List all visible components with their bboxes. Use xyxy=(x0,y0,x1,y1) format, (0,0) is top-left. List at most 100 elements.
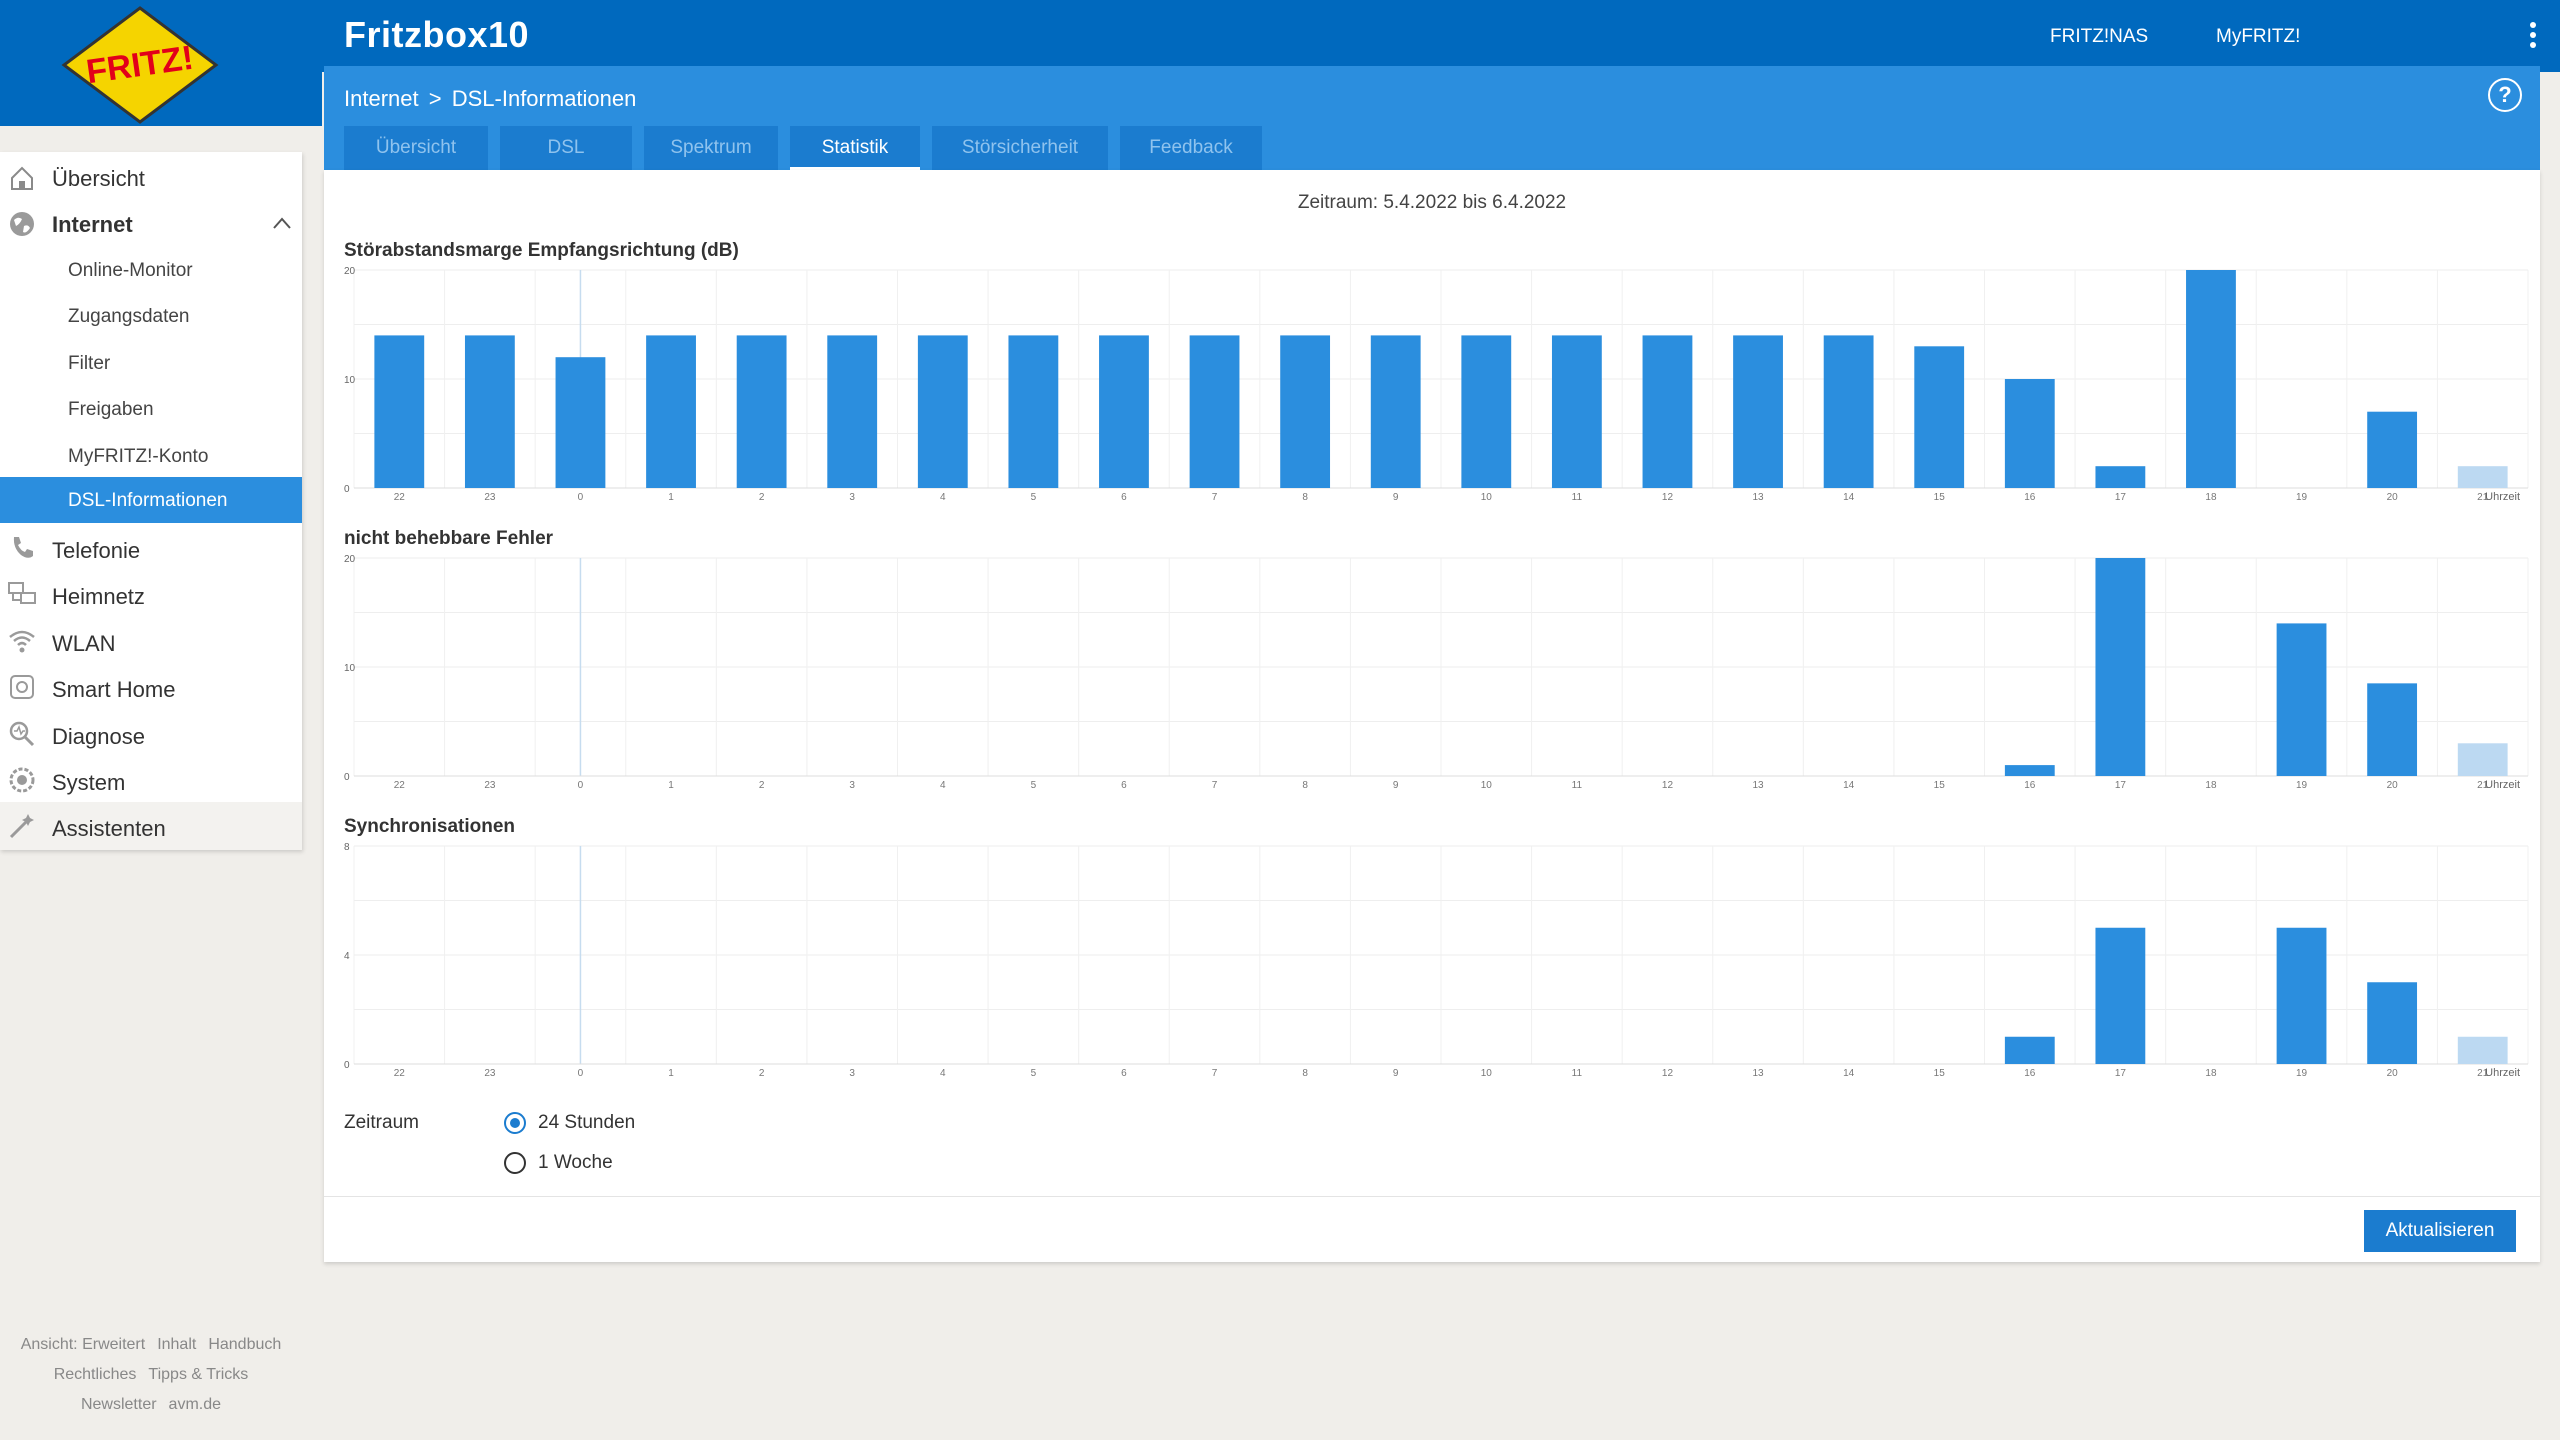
x-axis-label: Uhrzeit xyxy=(2485,779,2520,791)
breadcrumb-internet[interactable]: Internet xyxy=(344,86,419,111)
sidebar-item-online-monitor[interactable]: Online-Monitor xyxy=(0,250,302,292)
x-tick-label: 6 xyxy=(1121,780,1127,791)
bar-21 xyxy=(2457,466,2508,488)
sidebar-item-freigaben[interactable]: Freigaben xyxy=(0,389,302,431)
chart-sync-svg: 04822 23 0 1 2 3 4 5 6 7 8 9 10 11 12 13 14 15 16 17 18 19 20 2… xyxy=(344,842,2529,1079)
sidebar-item-label: Übersicht xyxy=(52,166,145,191)
x-tick-label: 10 xyxy=(1481,492,1493,503)
refresh-button[interactable]: Aktualisieren xyxy=(2364,1210,2516,1252)
sidebar-item-label: Internet xyxy=(52,212,133,237)
zeitraum-label: Zeitraum xyxy=(344,1112,419,1133)
y-tick-label: 4 xyxy=(344,951,350,962)
myfritz-link[interactable]: MyFRITZ! xyxy=(2216,26,2300,48)
tab-stoersicherheit[interactable]: Störsicherheit xyxy=(932,126,1108,170)
bar-14 xyxy=(1823,335,1874,488)
x-tick-label: 3 xyxy=(849,1068,855,1079)
sidebar-item-system[interactable]: System xyxy=(0,760,302,804)
sidebar-item-heimnetz[interactable]: Heimnetz xyxy=(0,574,302,618)
sidebar-item-telefonie[interactable]: Telefonie xyxy=(0,528,302,572)
wizard-icon xyxy=(9,814,34,839)
radio-label: 1 Woche xyxy=(538,1152,613,1173)
footer-avm-link[interactable]: avm.de xyxy=(169,1396,221,1413)
sidebar-item-myfritz-konto[interactable]: MyFRITZ!-Konto xyxy=(0,436,302,478)
y-tick-label: 20 xyxy=(344,266,356,277)
tab-statistik[interactable]: Statistik xyxy=(790,126,920,170)
radio-circle-checked[interactable] xyxy=(504,1112,526,1134)
tab-uebersicht[interactable]: Übersicht xyxy=(344,126,488,170)
sidebar-item-label: Zugangsdaten xyxy=(68,306,190,327)
x-tick-label: 12 xyxy=(1662,780,1674,791)
bar-22 xyxy=(374,335,425,488)
x-tick-label: 22 xyxy=(394,780,406,791)
radio-circle[interactable] xyxy=(504,1152,526,1174)
chart-title-sync: Synchronisationen xyxy=(344,816,516,837)
bar-16 xyxy=(2004,379,2055,488)
tab-dsl[interactable]: DSL xyxy=(500,126,632,170)
sidebar: Übersicht Internet Online-Monitor Zugang… xyxy=(0,152,302,850)
footer-ansicht-link[interactable]: Ansicht: Erweitert xyxy=(21,1336,145,1353)
divider xyxy=(324,1196,2540,1197)
fritz-logo[interactable]: FRITZ! xyxy=(60,6,220,124)
bar-23 xyxy=(464,335,515,488)
x-tick-label: 19 xyxy=(2296,492,2308,503)
breadcrumb-separator: > xyxy=(428,86,442,111)
sidebar-item-dsl-informationen[interactable]: DSL-Informationen xyxy=(0,477,302,523)
x-tick-label: 6 xyxy=(1121,492,1127,503)
help-icon[interactable]: ? xyxy=(2488,78,2522,112)
more-menu-icon[interactable] xyxy=(2530,22,2538,52)
x-tick-label: 4 xyxy=(940,1068,946,1079)
bar-12 xyxy=(1642,335,1693,488)
chart-snr-svg: 0102022 23 0 1 2 3 4 5 6 7 8 9 10 11 12 13 14 15 16 17 18 19 2… xyxy=(344,266,2529,503)
y-tick-label: 10 xyxy=(344,375,356,386)
y-tick-label: 0 xyxy=(344,1060,350,1071)
wifi-icon xyxy=(9,630,35,653)
chart-title-errors: nicht behebbare Fehler xyxy=(344,528,554,549)
footer-rechtliches-link[interactable]: Rechtliches xyxy=(54,1366,137,1383)
x-tick-label: 20 xyxy=(2387,492,2399,503)
x-axis-label: Uhrzeit xyxy=(2485,491,2520,503)
footer-newsletter-link[interactable]: Newsletter xyxy=(81,1396,157,1413)
x-tick-label: 5 xyxy=(1031,492,1037,503)
sidebar-item-assistenten[interactable]: Assistenten xyxy=(0,802,302,850)
bar-19 xyxy=(2276,927,2327,1064)
x-tick-label: 14 xyxy=(1843,492,1855,503)
fritznas-link[interactable]: FRITZ!NAS xyxy=(2050,26,2148,48)
footer-tipps-link[interactable]: Tipps & Tricks xyxy=(148,1366,248,1383)
x-tick-label: 2 xyxy=(759,492,765,503)
tab-feedback[interactable]: Feedback xyxy=(1120,126,1262,170)
footer-handbuch-link[interactable]: Handbuch xyxy=(208,1336,281,1353)
sidebar-item-uebersicht[interactable]: Übersicht xyxy=(0,158,302,198)
bar-17 xyxy=(2095,466,2146,488)
sidebar-item-label: Telefonie xyxy=(52,538,141,563)
bar-8 xyxy=(1280,335,1331,488)
x-tick-label: 11 xyxy=(1572,492,1583,503)
x-tick-label: 4 xyxy=(940,780,946,791)
bar-21 xyxy=(2457,743,2508,776)
bar-7 xyxy=(1189,335,1240,488)
bar-20 xyxy=(2367,982,2418,1064)
breadcrumb-current: DSL-Informationen xyxy=(451,86,637,111)
sidebar-item-label: System xyxy=(52,770,126,795)
x-tick-label: 2 xyxy=(759,780,765,791)
bar-11 xyxy=(1551,335,1602,488)
footer-inhalt-link[interactable]: Inhalt xyxy=(157,1336,196,1353)
sidebar-item-label: Online-Monitor xyxy=(68,260,193,281)
sidebar-item-internet[interactable]: Internet xyxy=(0,204,302,244)
sidebar-item-smart-home[interactable]: Smart Home xyxy=(0,667,302,711)
sidebar-item-diagnose[interactable]: Diagnose xyxy=(0,714,302,758)
x-tick-label: 15 xyxy=(1934,1068,1946,1079)
sidebar-item-wlan[interactable]: WLAN xyxy=(0,621,302,665)
chart-errors: 0 10 20 22 23 0 1 2 3 4 5 6 7 8 9 10 11 12 13 14 15 16 17 18 19 2… xyxy=(344,552,2530,792)
sidebar-item-filter[interactable]: Filter xyxy=(0,343,302,385)
x-tick-label: 12 xyxy=(1662,1068,1674,1079)
chart-sync: 0 4 8 22 23 0 1 2 3 4 5 6 7 8 9 10 11 12 13 14 15 16 17 18 19 20 2… xyxy=(344,840,2530,1080)
bar-19 xyxy=(2276,623,2327,776)
bar-17 xyxy=(2095,558,2146,776)
sidebar-item-zugangsdaten[interactable]: Zugangsdaten xyxy=(0,296,302,338)
bar-5 xyxy=(1008,335,1059,488)
x-tick-label: 12 xyxy=(1662,492,1674,503)
logo-area: FRITZ! xyxy=(0,0,322,126)
tab-spektrum[interactable]: Spektrum xyxy=(644,126,778,170)
x-tick-label: 16 xyxy=(2024,1068,2036,1079)
x-tick-label: 20 xyxy=(2387,780,2399,791)
